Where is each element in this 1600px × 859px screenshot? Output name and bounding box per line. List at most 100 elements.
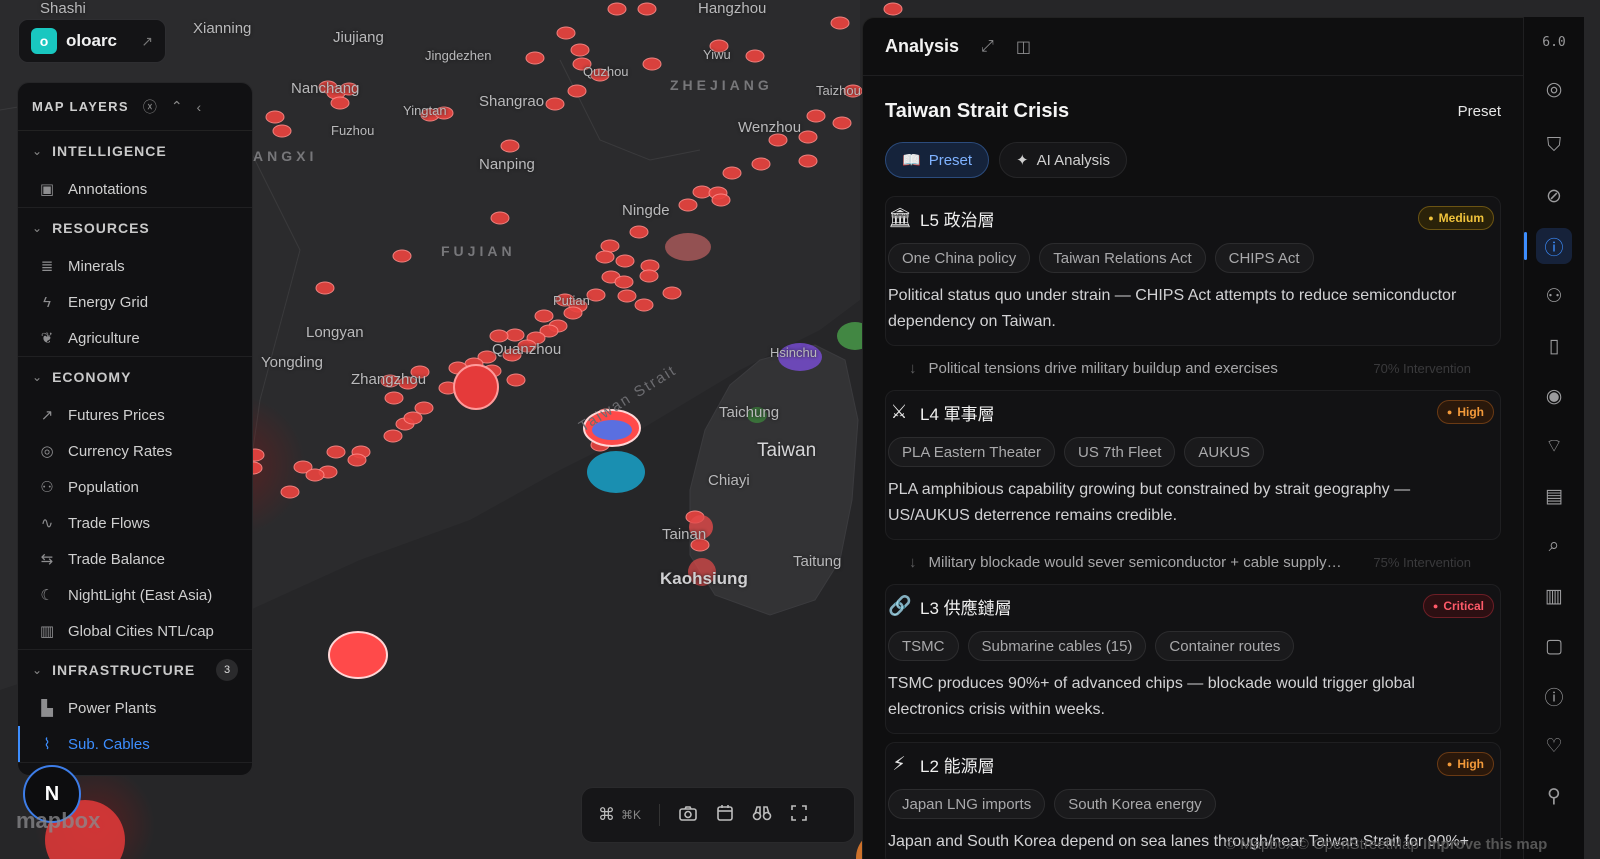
eye-icon[interactable]: ◉ (1536, 378, 1572, 414)
map-marker[interactable] (806, 109, 826, 123)
map-marker[interactable] (662, 286, 682, 300)
map-marker[interactable] (798, 154, 818, 168)
map-marker[interactable] (326, 445, 346, 459)
command-icon[interactable]: ⌘ (598, 805, 615, 825)
tag-chip[interactable]: Taiwan Relations Act (1039, 243, 1206, 273)
layer-card[interactable]: 🔗 L3 供應鏈層 ● Critical TSMC Submarine cables (1… (885, 584, 1501, 734)
map-marker[interactable] (600, 239, 620, 253)
shield-icon[interactable]: ⛉ (1536, 128, 1572, 164)
layer-toggle[interactable]: ⌇ Sub. Cables (18, 726, 252, 762)
map-attribution[interactable]: © Mapbox © OpenStreetMap Improve this ma… (1225, 836, 1547, 853)
map-marker[interactable] (280, 485, 300, 499)
info-icon[interactable]: ⓘ (1536, 228, 1572, 264)
layer-group-header[interactable]: ⌄ ECONOMY (18, 357, 252, 397)
map-marker[interactable] (392, 249, 412, 263)
tag-chip[interactable]: Japan LNG imports (888, 789, 1046, 819)
map-marker[interactable] (545, 97, 565, 111)
map-marker[interactable] (556, 26, 576, 40)
map-marker[interactable] (615, 254, 635, 268)
map-marker[interactable] (595, 250, 615, 264)
layer-toggle[interactable]: ▙ Power Plants (18, 690, 252, 726)
layer-toggle[interactable]: ↗ Futures Prices (18, 397, 252, 433)
map-marker[interactable] (272, 124, 292, 138)
calendar-icon[interactable] (716, 804, 734, 827)
info-circle-icon[interactable]: ⓘ (1536, 678, 1572, 714)
map-marker[interactable] (617, 289, 637, 303)
layer-toggle[interactable]: ⚇ Population (18, 469, 252, 505)
map-marker[interactable] (634, 298, 654, 312)
compass-icon[interactable]: ⊘ (1536, 178, 1572, 214)
layer-toggle[interactable]: ❦ Agriculture (18, 320, 252, 356)
layer-toggle[interactable]: ☾ NightLight (East Asia) (18, 577, 252, 613)
map-marker[interactable] (383, 429, 403, 443)
help-icon[interactable]: ⓧ (143, 97, 157, 117)
map-marker[interactable] (832, 116, 852, 130)
file-icon[interactable]: ▢ (1536, 628, 1572, 664)
map-marker[interactable] (563, 306, 583, 320)
map-marker[interactable] (570, 43, 590, 57)
book-open-icon[interactable]: ▯ (1536, 328, 1572, 364)
binoculars-icon[interactable] (752, 804, 772, 827)
app-brand[interactable]: o oloarc ↗ (18, 19, 166, 63)
map-marker[interactable] (567, 84, 587, 98)
binoculars-icon[interactable]: ⚇ (1536, 278, 1572, 314)
map-marker[interactable] (711, 193, 731, 207)
newspaper-icon[interactable]: ▤ (1536, 478, 1572, 514)
heart-pulse-icon[interactable]: ♡ (1536, 728, 1572, 764)
layer-group-header[interactable]: ⌄ INTELLIGENCE (18, 131, 252, 171)
layer-group-header[interactable]: ⌄ INFRASTRUCTURE 3 (18, 650, 252, 690)
external-link-icon[interactable]: ↗ (141, 33, 153, 50)
map-marker[interactable] (265, 110, 285, 124)
layer-group-header[interactable]: ⌄ RESOURCES (18, 208, 252, 248)
map-marker[interactable] (414, 401, 434, 415)
map-marker[interactable] (745, 49, 765, 63)
search-icon[interactable]: ⌕ (1536, 528, 1572, 564)
map-marker[interactable] (751, 157, 771, 171)
tag-chip[interactable]: Submarine cables (15) (967, 631, 1147, 661)
map-marker[interactable] (347, 453, 367, 467)
layer-toggle[interactable]: ▣ Annotations (18, 171, 252, 207)
map-marker[interactable] (642, 57, 662, 71)
map-marker[interactable] (315, 281, 335, 295)
map-marker[interactable] (506, 373, 526, 387)
globe-icon[interactable]: ◎ (1536, 71, 1572, 107)
map-marker[interactable] (678, 198, 698, 212)
tag-chip[interactable]: TSMC (888, 631, 959, 661)
map-marker[interactable] (384, 391, 404, 405)
map-marker[interactable] (500, 139, 520, 153)
layer-toggle[interactable]: ◎ Currency Rates (18, 433, 252, 469)
map-marker[interactable] (305, 468, 325, 482)
map-marker[interactable] (534, 309, 554, 323)
layer-toggle[interactable]: ≣ Minerals (18, 248, 252, 284)
tab-ai-analysis[interactable]: ✦ AI Analysis (999, 142, 1127, 178)
map-marker[interactable] (722, 166, 742, 180)
layer-card[interactable]: 🏛 L5 政治層 ● Medium One China policy Taiwan Rel… (885, 196, 1501, 346)
layer-toggle[interactable]: ϟ Energy Grid (18, 284, 252, 320)
layer-card[interactable]: ⚔ L4 軍事層 ● High PLA Eastern Theater US 7th Fl… (885, 390, 1501, 540)
tag-chip[interactable]: Container routes (1155, 631, 1295, 661)
map-marker[interactable] (330, 96, 350, 110)
tag-chip[interactable]: South Korea energy (1054, 789, 1216, 819)
map-marker[interactable] (505, 328, 525, 342)
user-icon[interactable]: ⚲ (1536, 778, 1572, 814)
map-marker[interactable] (629, 225, 649, 239)
map-marker[interactable] (490, 211, 510, 225)
map-marker[interactable] (614, 275, 634, 289)
layer-toggle[interactable]: ⇆ Trade Balance (18, 541, 252, 577)
map-marker[interactable] (637, 2, 657, 16)
camera-icon[interactable] (678, 804, 698, 827)
fullscreen-icon[interactable] (790, 804, 808, 827)
layer-toggle[interactable]: ∿ Trade Flows (18, 505, 252, 541)
improve-map-link[interactable]: Improve this map (1423, 836, 1547, 853)
panel-toggle-icon[interactable]: ◫ (1016, 37, 1031, 57)
bar-chart-icon[interactable]: ▥ (1536, 578, 1572, 614)
expand-icon[interactable]: ⤢ (981, 38, 994, 56)
map-marker[interactable] (692, 185, 712, 199)
chevron-up-icon[interactable]: ⌃ (171, 98, 183, 115)
tag-chip[interactable]: PLA Eastern Theater (888, 437, 1055, 467)
rss-icon[interactable]: ⌔ (1536, 428, 1572, 464)
map-marker[interactable] (403, 411, 423, 425)
map-marker[interactable] (639, 269, 659, 283)
map-marker[interactable] (830, 16, 850, 30)
collapse-panel-icon[interactable]: ‹ (197, 99, 202, 115)
